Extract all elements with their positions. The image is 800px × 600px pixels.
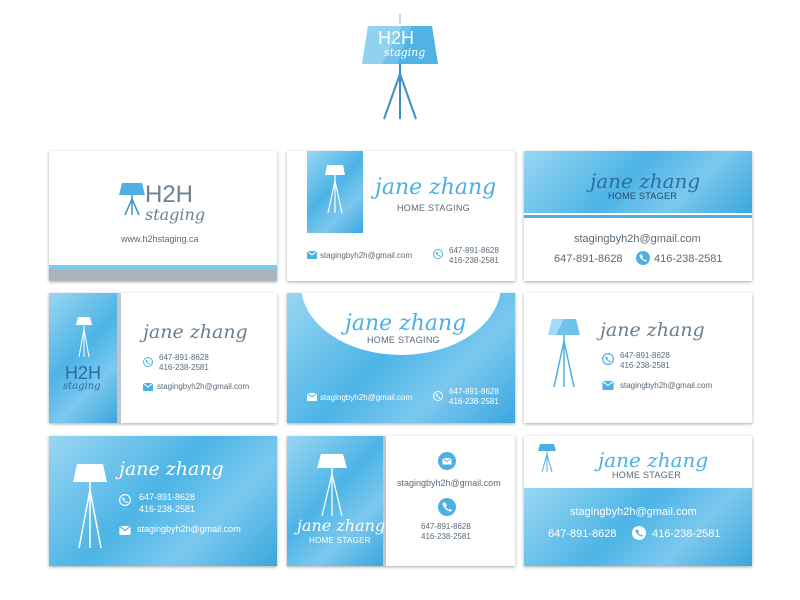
lamp-icon [73,464,107,548]
card-3-blue-line [524,215,752,218]
lamp-icon [548,319,580,387]
card-8-phone-2: 416-238-2581 [421,532,471,541]
lamp-icon [538,444,556,472]
mail-icon [307,393,317,401]
card-3: jane zhang HOME STAGER stagingbyh2h@gmai… [524,151,752,281]
card-8: jane zhang HOME STAGER stagingbyh2h@gmai… [287,436,515,566]
phone-icon [433,249,443,259]
card-4-divider [117,293,121,423]
card-7-phone-1: 647-891-8628 [139,492,196,502]
card-3-email: stagingbyh2h@gmail.com [574,233,701,245]
lamp-icon [317,454,347,516]
phone-icon [632,526,646,540]
card-2-phone-1: 647-891-8628 [449,246,499,255]
phone-icon [119,494,131,506]
card-3-phone-1: 647-891-8628 [554,253,623,265]
card-1-blue-stripe [49,265,277,269]
card-2: jane zhang HOME STAGING stagingbyh2h@gma… [287,151,515,281]
card-8-title: HOME STAGER [309,536,371,545]
card-9-title: HOME STAGER [612,470,682,480]
card-2-phone-2: 416-238-2581 [449,256,499,265]
card-5-email: stagingbyh2h@gmail.com [320,393,413,402]
card-5: jane zhang HOME STAGING stagingbyh2h@gma… [287,293,515,423]
mail-icon [438,452,456,470]
phone-icon [636,251,650,265]
card-4-tagline: staging [63,381,101,392]
card-9-name: jane zhang [598,448,709,472]
mail-icon [119,526,131,535]
card-5-name: jane zhang [345,311,467,336]
lamp-icon [325,165,345,213]
card-2-email: stagingbyh2h@gmail.com [320,251,413,260]
card-8-divider [383,436,386,566]
mail-icon [307,251,317,259]
card-7-name: jane zhang [119,458,224,480]
card-1-tagline: staging [145,205,206,224]
mail-icon [143,383,153,391]
card-3-title: HOME STAGER [608,191,678,201]
card-1-website: www.h2hstaging.ca [121,234,199,244]
top-logo-tagline: staging [384,46,426,59]
card-5-title: HOME STAGING [367,335,440,345]
card-7-phone-2: 416-238-2581 [139,504,196,514]
card-1: H2H staging www.h2hstaging.ca [49,151,277,281]
card-4: H2H staging jane zhang 647-891-8628 416-… [49,293,277,423]
lamp-icon [76,317,92,357]
card-8-name: jane zhang [297,516,386,535]
card-2-title: HOME STAGING [397,203,470,213]
card-9-email: stagingbyh2h@gmail.com [570,506,697,518]
card-6-phone-1: 647-891-8628 [620,351,670,360]
card-8-phone-1: 647-891-8628 [421,522,471,531]
card-6-email: stagingbyh2h@gmail.com [620,381,713,390]
mail-icon [602,381,614,390]
card-6: jane zhang 647-891-8628 416-238-2581 sta… [524,293,752,423]
top-logo: H2H staging [362,14,438,124]
card-2-name: jane zhang [375,175,497,200]
card-4-name: jane zhang [143,321,248,343]
lamp-icon [119,183,145,215]
phone-icon [602,353,614,365]
card-7-email: stagingbyh2h@gmail.com [137,524,241,534]
card-3-name: jane zhang [590,169,701,193]
card-4-phone-2: 416-238-2581 [159,363,209,372]
phone-icon [433,391,443,401]
phone-icon [143,357,153,367]
card-8-email: stagingbyh2h@gmail.com [397,478,501,488]
card-5-phone-2: 416-238-2581 [449,397,499,406]
card-9-phone-2: 416-238-2581 [652,528,721,540]
card-7: jane zhang 647-891-8628 416-238-2581 sta… [49,436,277,566]
card-9: jane zhang HOME STAGER stagingbyh2h@gmai… [524,436,752,566]
card-6-phone-2: 416-238-2581 [620,361,670,370]
card-4-blue-panel [49,293,117,423]
card-6-name: jane zhang [600,319,705,341]
card-4-email: stagingbyh2h@gmail.com [157,382,250,391]
card-9-phone-1: 647-891-8628 [548,528,617,540]
card-1-bottom-stripe [49,269,277,281]
card-3-phone-2: 416-238-2581 [654,253,723,265]
card-5-phone-1: 647-891-8628 [449,387,499,396]
card-4-phone-1: 647-891-8628 [159,353,209,362]
phone-icon [438,498,456,516]
